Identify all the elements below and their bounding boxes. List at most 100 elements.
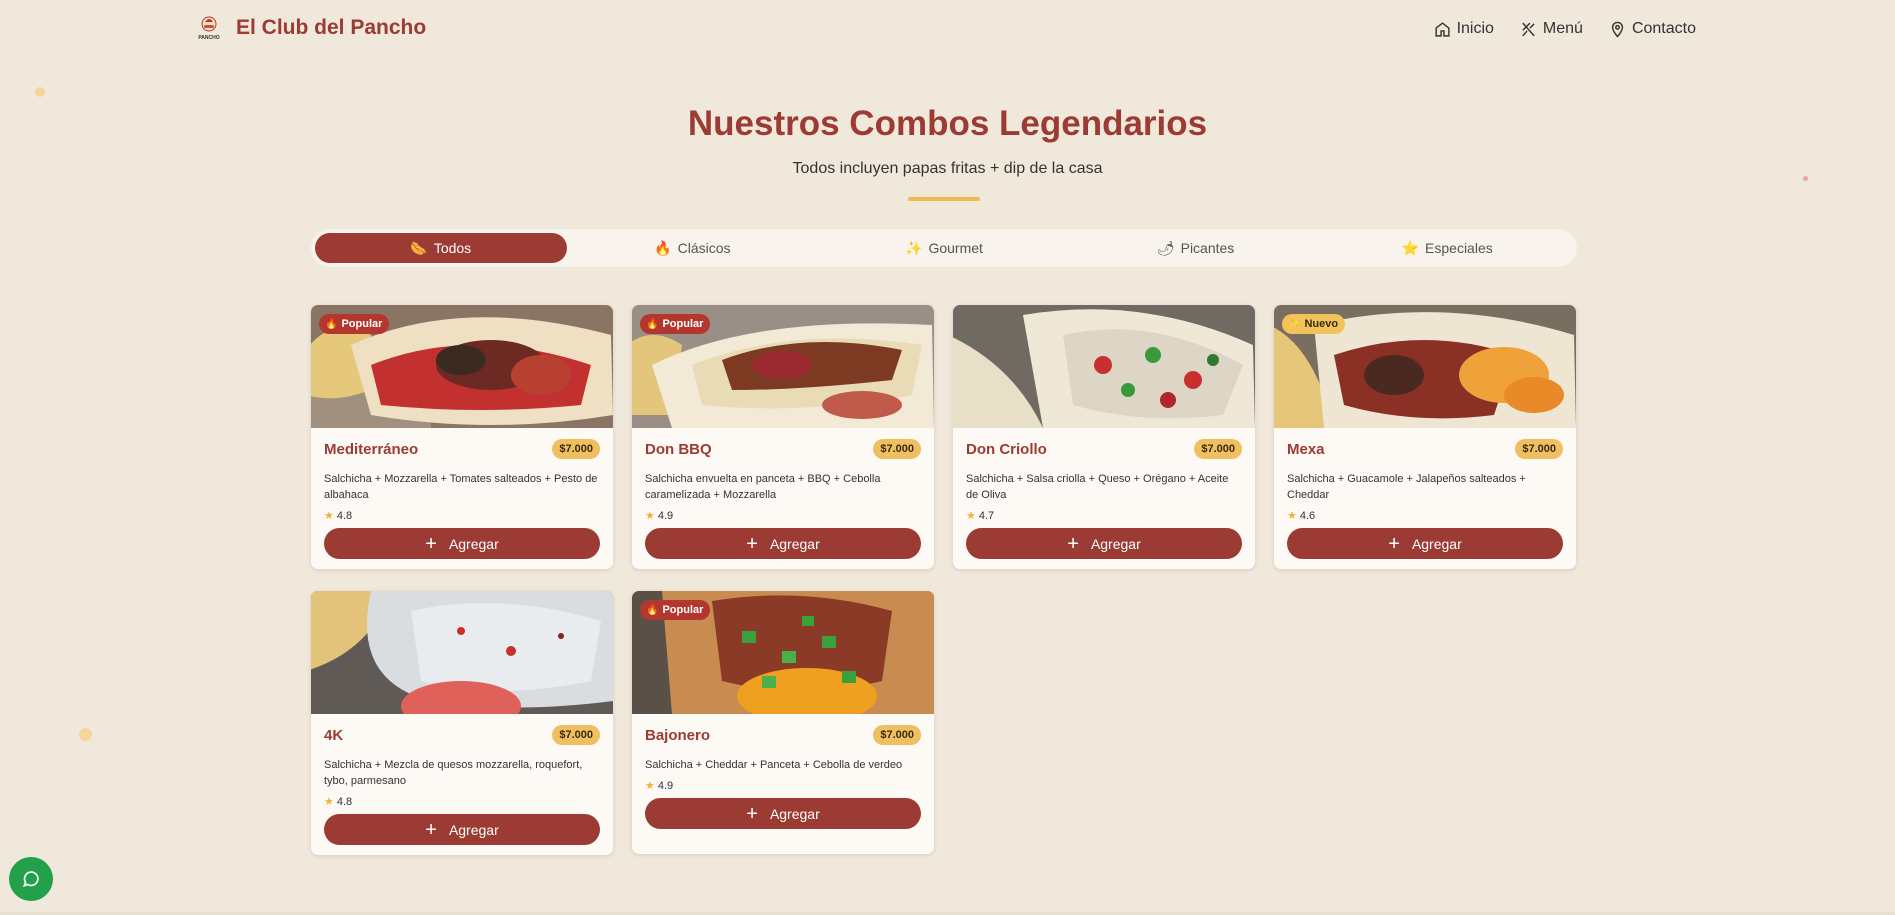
main-nav: Inicio Menú Contacto [1434,20,1696,38]
price-badge: $7.000 [873,439,921,459]
plus-icon: + [1067,532,1079,555]
star-icon: ★ [324,796,334,808]
utensils-icon [1522,22,1535,36]
badge-label: Popular [341,318,383,330]
product-description: Salchicha + Salsa criolla + Queso + Orég… [966,473,1229,501]
nav-inicio-label: Inicio [1456,20,1494,37]
tab-picantes[interactable]: 🌶 Picantes [1070,233,1322,263]
home-icon [1434,21,1450,37]
rating: ★ 4.9 [645,779,921,793]
popular-badge: 🔥 Popular [319,314,390,334]
add-to-cart-button[interactable]: + Agregar [1287,528,1563,559]
add-button-label: Agregar [448,821,499,838]
tab-especiales[interactable]: ⭐ Especiales [1321,233,1573,263]
product-card: 🔥 Popular Bajonero $7.000 Salchicha + Ch… [632,591,934,854]
add-to-cart-button[interactable]: + Agregar [645,798,921,829]
fire-icon: 🔥 [325,318,338,330]
sparkles-icon: ✨ [905,240,923,256]
plus-icon: + [1388,532,1400,555]
product-title: Don Criollo [966,440,1047,458]
badge-label: Nuevo [1304,318,1339,330]
product-card: 🔥 Popular Don BBQ $7.000 Salchicha envue… [632,305,934,569]
product-card: ✨ Nuevo Mexa $7.000 Salchicha + Guacamol… [1274,305,1576,569]
brand-logo: PANCHO [196,14,222,42]
product-description: Salchicha + Mezcla de quesos mozzarella,… [324,759,583,787]
brand-name: El Club del Pancho [236,16,427,39]
add-button-label: Agregar [1090,535,1141,552]
add-button-label: Agregar [448,535,499,552]
product-description: Salchicha envuelta en panceta + BBQ + Ce… [645,473,881,501]
product-image: 🔥 Popular [632,305,934,428]
nav-contacto[interactable]: Contacto [1609,20,1696,38]
rating-value: 4.7 [978,509,995,522]
rating-value: 4.6 [1299,509,1316,522]
nav-menu-label: Menú [1542,20,1583,37]
add-to-cart-button[interactable]: + Agregar [324,528,600,559]
rating-value: 4.8 [336,509,353,522]
product-image [953,305,1255,428]
logo-text: PANCHO [198,35,219,41]
fire-icon: 🔥 [646,604,659,616]
star-icon: ★ [966,510,976,522]
new-badge: ✨ Nuevo [1282,314,1346,334]
tab-todos-label: Todos [433,240,472,256]
add-button-label: Agregar [1411,535,1462,552]
rating: ★ 4.9 [645,509,921,523]
add-to-cart-button[interactable]: + Agregar [324,814,600,845]
whatsapp-button[interactable] [9,857,53,901]
sparkles-icon: ✨ [1288,318,1301,330]
product-title: Don BBQ [645,440,712,458]
tab-todos[interactable]: 🌭 Todos [315,233,567,263]
tab-gourmet[interactable]: ✨ Gourmet [818,233,1070,263]
badge-label: Popular [662,604,704,616]
rating: ★ 4.8 [324,795,600,809]
price-badge: $7.000 [552,439,600,459]
tab-picantes-label: Picantes [1180,240,1235,256]
product-title: Mexa [1287,440,1325,458]
fire-icon: 🔥 [646,318,659,330]
brand[interactable]: PANCHO El Club del Pancho [196,14,426,42]
top-navbar: PANCHO El Club del Pancho Inicio Menú Co… [0,0,1895,62]
product-description: Salchicha + Cheddar + Panceta + Cebolla … [645,759,903,771]
nav-inicio[interactable]: Inicio [1434,20,1494,38]
add-button-label: Agregar [769,805,820,822]
rating: ★ 4.7 [966,509,1242,523]
star-icon: ★ [645,510,655,522]
product-description: Salchicha + Guacamole + Jalapeños saltea… [1287,473,1526,501]
plus-icon: + [425,532,437,555]
decorative-dot [35,87,45,97]
decorative-dot [79,728,92,741]
price-badge: $7.000 [1515,439,1563,459]
add-button-label: Agregar [769,535,820,552]
badge-label: Popular [662,318,704,330]
product-image [311,591,613,714]
rating-value: 4.9 [657,509,674,522]
hotdog-icon: 🌭 [410,240,428,256]
popular-badge: 🔥 Popular [640,600,711,620]
price-badge: $7.000 [1194,439,1242,459]
tab-clasicos-label: Clásicos [677,240,731,256]
star-icon: ★ [645,780,655,792]
nav-menu[interactable]: Menú [1520,20,1583,38]
product-image: ✨ Nuevo [1274,305,1576,428]
price-badge: $7.000 [552,725,600,745]
title-underline [908,197,980,201]
plus-icon: + [425,818,437,841]
rating: ★ 4.8 [324,509,600,523]
add-to-cart-button[interactable]: + Agregar [645,528,921,559]
product-description: Salchicha + Mozzarella + Tomates saltead… [324,473,598,501]
tab-clasicos[interactable]: 🔥 Clásicos [567,233,819,263]
plus-icon: + [746,532,758,555]
chili-icon: 🌶 [1156,240,1175,256]
add-to-cart-button[interactable]: + Agregar [966,528,1242,559]
fire-icon: 🔥 [654,240,672,256]
product-card: Don Criollo $7.000 Salchicha + Salsa cri… [953,305,1255,569]
category-tabs: 🌭 Todos 🔥 Clásicos ✨ Gourmet 🌶 Picantes … [311,229,1577,267]
plus-icon: + [746,802,758,825]
page-subtitle: Todos incluyen papas fritas + dip de la … [792,160,1103,177]
tab-gourmet-label: Gourmet [928,240,983,256]
card-spacer [645,829,921,844]
product-image: 🔥 Popular [632,591,934,714]
rating: ★ 4.6 [1287,509,1563,523]
tab-especiales-label: Especiales [1425,240,1493,256]
